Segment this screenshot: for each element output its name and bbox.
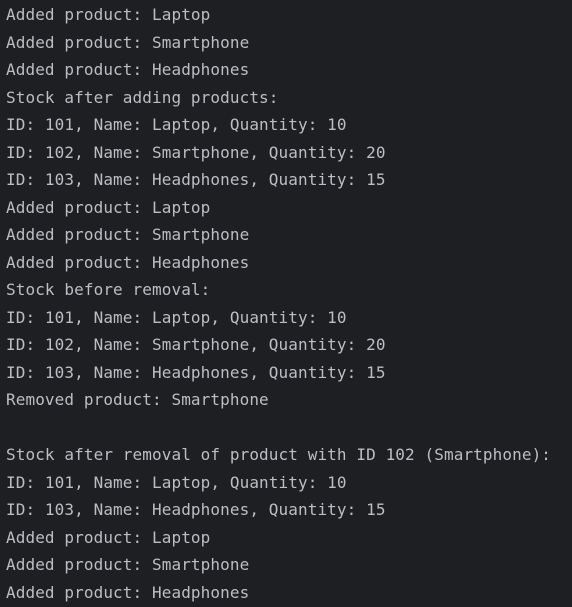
- console-output[interactable]: Added product: Laptop Added product: Sma…: [0, 0, 572, 607]
- console-line: Added product: Smartphone: [6, 225, 250, 244]
- console-line: ID: 102, Name: Smartphone, Quantity: 20: [6, 335, 386, 354]
- console-line: Added product: Laptop: [6, 197, 211, 217]
- console-line: ID: 101, Name: Laptop, Quantity: 10: [6, 115, 347, 134]
- console-line: Added product: Smartphone: [6, 555, 250, 574]
- console-line: Added product: Smartphone: [6, 32, 250, 52]
- console-line: Stock after adding products:: [6, 87, 279, 107]
- console-line: Added product: Laptop: [6, 527, 211, 547]
- console-line: ID: 103, Name: Headphones, Quantity: 15: [6, 500, 386, 519]
- console-line: ID: 102, Name: Smartphone, Quantity: 20: [6, 142, 386, 162]
- console-line: ID: 101, Name: Laptop, Quantity: 10: [6, 307, 347, 327]
- console-line: Added product: Headphones: [6, 582, 250, 602]
- console-line: Removed product: Smartphone: [6, 390, 269, 409]
- console-line: Stock after removal of product with ID 1…: [6, 445, 552, 464]
- console-line: Added product: Headphones: [6, 60, 250, 79]
- console-line: Stock before removal:: [6, 280, 211, 299]
- console-line: ID: 103, Name: Headphones, Quantity: 15: [6, 362, 386, 382]
- console-line: ID: 103, Name: Headphones, Quantity: 15: [6, 170, 386, 189]
- console-line: Added product: Headphones: [6, 252, 250, 272]
- console-line: ID: 101, Name: Laptop, Quantity: 10: [6, 472, 347, 492]
- console-line: Added product: Laptop: [6, 5, 211, 24]
